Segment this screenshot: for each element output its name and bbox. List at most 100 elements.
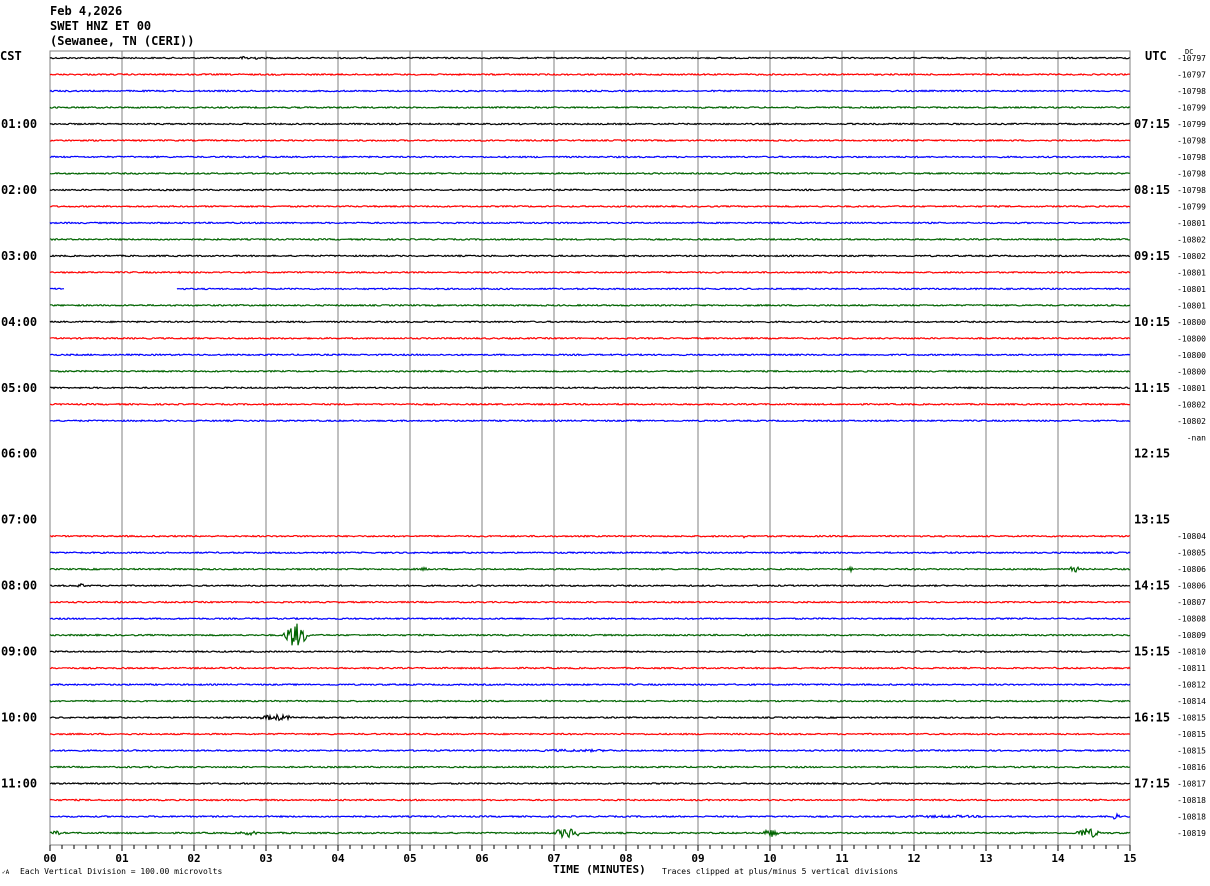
dc-offset-label: -10815 xyxy=(1177,747,1206,756)
dc-offset-label: -10800 xyxy=(1177,351,1206,360)
seismic-trace xyxy=(49,320,1131,324)
seismic-trace xyxy=(49,682,1131,687)
right-hour-label: 11:15 xyxy=(1134,381,1170,395)
seismic-trace xyxy=(49,155,1131,159)
seismic-trace xyxy=(49,171,1131,176)
seismic-trace xyxy=(49,419,1131,423)
dc-offset-label: -10806 xyxy=(1177,582,1206,591)
dc-offset-label: -10802 xyxy=(1177,235,1206,244)
right-hour-label: 13:15 xyxy=(1134,513,1170,527)
dc-offset-label: -10806 xyxy=(1177,565,1206,574)
dc-offset-label: -10807 xyxy=(1177,598,1206,607)
seismic-trace xyxy=(49,369,1131,374)
seismic-trace xyxy=(49,55,1131,61)
corner-mark: ✓A xyxy=(2,869,10,876)
right-hour-label: 07:15 xyxy=(1134,117,1170,131)
x-tick-label: 06 xyxy=(475,852,489,865)
seismic-trace xyxy=(49,353,1131,357)
seismic-trace xyxy=(49,650,1131,654)
dc-offset-label: -10798 xyxy=(1177,186,1206,195)
x-tick-label: 04 xyxy=(331,852,345,865)
dc-offset-label: -10801 xyxy=(1177,268,1206,277)
right-hour-label: 15:15 xyxy=(1134,645,1170,659)
seismic-trace xyxy=(49,204,1131,209)
dc-offset-label: -10815 xyxy=(1177,730,1206,739)
x-tick-label: 11 xyxy=(835,852,849,865)
right-hour-label: 14:15 xyxy=(1134,579,1170,593)
left-hour-label: 07:00 xyxy=(1,513,37,527)
x-tick-label: 09 xyxy=(691,852,704,865)
dc-offset-label: -10797 xyxy=(1177,70,1206,79)
x-tick-label: 00 xyxy=(43,852,56,865)
dc-offset-label: -10801 xyxy=(1177,384,1206,393)
seismic-trace xyxy=(49,699,1131,703)
dc-offset-label: -10800 xyxy=(1177,367,1206,376)
seismic-trace xyxy=(49,254,1131,258)
seismic-trace xyxy=(49,748,1131,754)
x-tick-label: 15 xyxy=(1123,852,1136,865)
seismic-trace xyxy=(49,600,1131,604)
plot-frame xyxy=(49,50,1131,846)
seismic-trace xyxy=(49,287,1131,291)
seismic-trace xyxy=(49,336,1131,340)
dc-offset-label: -10799 xyxy=(1177,120,1206,129)
seismic-trace xyxy=(49,89,1130,93)
seismic-trace xyxy=(49,781,1131,786)
x-axis-title: TIME (MINUTES) xyxy=(553,863,646,876)
seismic-trace xyxy=(49,122,1131,126)
left-hour-label: 01:00 xyxy=(1,117,37,131)
left-hour-label: 08:00 xyxy=(1,579,37,593)
seismic-trace xyxy=(49,616,1131,621)
dc-offset-label: -10802 xyxy=(1177,400,1206,409)
left-hour-label: 03:00 xyxy=(1,249,37,263)
dc-offset-label: -10812 xyxy=(1177,681,1206,690)
seismic-trace xyxy=(49,666,1131,670)
dc-offset-label: -10798 xyxy=(1177,169,1206,178)
right-hour-label: 09:15 xyxy=(1134,249,1170,263)
dc-offset-label: -10802 xyxy=(1177,417,1206,426)
right-hour-label: 17:15 xyxy=(1134,777,1170,791)
left-hour-label: 02:00 xyxy=(1,183,37,197)
seismic-trace xyxy=(49,138,1131,143)
helicorder-plot: 00 01 02 03 04 05 06 07 08 09 10 11 12 13 14 15-10797-1… xyxy=(1,50,1206,865)
dc-offset-label: -10810 xyxy=(1177,648,1206,657)
seismic-trace xyxy=(50,402,1131,406)
dc-offset-label: -10811 xyxy=(1177,664,1206,673)
left-hour-label: 11:00 xyxy=(1,777,37,791)
right-hour-label: 16:15 xyxy=(1134,711,1170,725)
dc-offset-label: -10818 xyxy=(1177,813,1206,822)
seismic-trace xyxy=(49,303,1131,307)
left-hour-label: 10:00 xyxy=(1,711,37,725)
dc-offset-label: -10818 xyxy=(1177,796,1206,805)
scale-note: Each Vertical Division = 100.00 microvol… xyxy=(20,867,223,876)
dc-offset-label: -10817 xyxy=(1177,780,1206,789)
x-tick-label: 12 xyxy=(907,852,920,865)
dc-offset-label: -10805 xyxy=(1177,549,1206,558)
seismic-trace xyxy=(49,221,1131,225)
x-tick-label: 10 xyxy=(763,852,776,865)
seismic-trace xyxy=(49,582,1131,588)
seismic-trace xyxy=(49,812,1131,820)
dc-offset-label: -10815 xyxy=(1177,714,1206,723)
x-tick-label: 03 xyxy=(259,852,272,865)
seismic-trace xyxy=(49,732,1131,736)
seismic-trace xyxy=(49,551,1131,555)
dc-offset-label: -10816 xyxy=(1177,763,1206,772)
dc-offset-label: -10800 xyxy=(1177,334,1206,343)
dc-offset-label: -10800 xyxy=(1177,318,1206,327)
right-hour-label: 10:15 xyxy=(1134,315,1170,329)
x-tick-label: 14 xyxy=(1051,852,1065,865)
seismic-trace xyxy=(49,565,1131,574)
dc-offset-label: -10809 xyxy=(1177,631,1206,640)
dc-offset-label: -10798 xyxy=(1177,136,1206,145)
seismic-trace xyxy=(49,534,1131,539)
traces xyxy=(49,55,1131,840)
right-hour-label: 08:15 xyxy=(1134,183,1170,197)
left-hour-label: 06:00 xyxy=(1,447,37,461)
dc-offset-label: -10799 xyxy=(1177,202,1206,211)
seismic-trace xyxy=(49,798,1131,802)
dc-offset-label: -10802 xyxy=(1177,252,1206,261)
dc-offset-label: -nan xyxy=(1187,433,1206,442)
x-tick-label: 13 xyxy=(979,852,992,865)
left-hour-label: 04:00 xyxy=(1,315,37,329)
